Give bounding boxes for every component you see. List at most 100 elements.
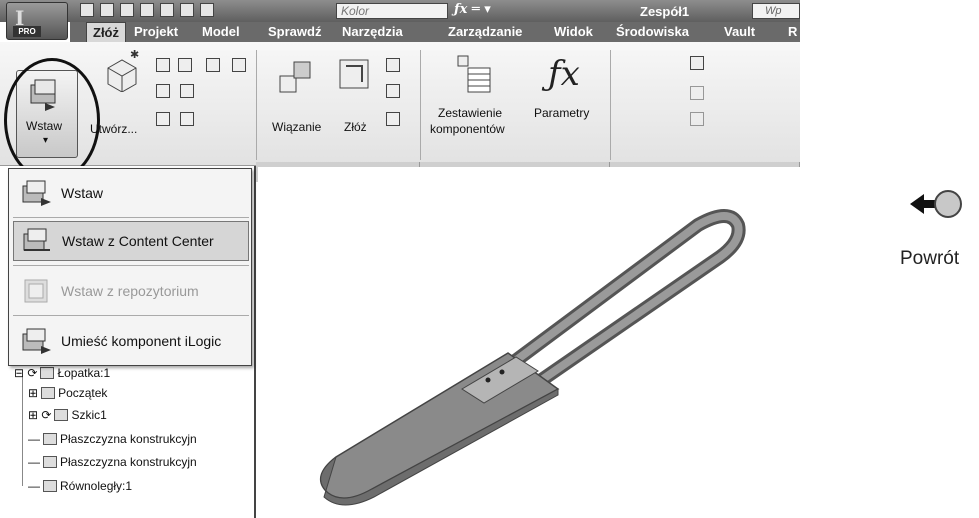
rotate-icon[interactable] — [386, 112, 400, 126]
tab-vault[interactable]: Vault — [724, 22, 755, 42]
content-center-icon — [23, 228, 50, 251]
tab-narzedzia[interactable]: Narzędzia — [342, 22, 403, 42]
ilogic-component-icon — [22, 328, 51, 354]
tree-item-parallel[interactable]: — Równoległy:1 — [28, 479, 132, 493]
joint-icon[interactable] — [386, 58, 400, 72]
parameters-button-label[interactable]: Parametry — [534, 106, 589, 120]
parameters-icon: ƒx — [548, 54, 580, 94]
tree-connector: — — [28, 479, 40, 493]
tree-item-label: Płaszczyzna konstrukcyjn — [60, 455, 197, 469]
graphics-viewport[interactable] — [258, 167, 800, 518]
tree-item-workplane-1[interactable]: — Płaszczyzna konstrukcyjn — [28, 432, 197, 446]
tab-projekt[interactable]: Projekt — [134, 22, 178, 42]
pro-badge: PRO — [13, 26, 41, 37]
insert-dropdown-menu: Wstaw Wstaw z Content Center Wstaw z rep… — [8, 168, 252, 366]
application-menu-button[interactable]: I PRO — [6, 2, 68, 40]
tab-sprawdz[interactable]: Sprawdź — [268, 22, 321, 42]
tree-connector: — — [28, 432, 40, 446]
tree-item-label: Szkic1 — [71, 408, 107, 422]
back-label: Powrót — [900, 248, 960, 269]
copy-icon[interactable] — [178, 58, 192, 72]
parallel-constraint-icon — [43, 480, 57, 492]
repository-icon — [24, 279, 48, 303]
table-icon[interactable] — [156, 112, 170, 126]
tree-line — [22, 376, 23, 486]
workplane-icon — [43, 456, 57, 468]
back-arrow-icon — [910, 190, 962, 218]
spatula-model — [319, 209, 746, 506]
menu-item-label: Wstaw — [61, 185, 103, 201]
constraint-icon — [279, 61, 311, 93]
search-input[interactable]: Wp — [752, 3, 800, 19]
create-button-label[interactable]: Utwórz... — [90, 122, 137, 136]
tab-zloz[interactable]: Złóż — [86, 22, 126, 42]
folder-icon — [40, 367, 55, 379]
quick-access-icons — [80, 3, 214, 17]
tab-srodowiska[interactable]: Środowiska — [616, 22, 689, 42]
menu-item-label: Umieść komponent iLogic — [61, 333, 222, 349]
save-icon[interactable] — [120, 3, 134, 17]
part-icon: ⊟ ⟳ — [14, 366, 38, 380]
tree-item-label: Płaszczyzna konstrukcyjn — [60, 432, 197, 446]
tree-item-label: Łopatka:1 — [57, 366, 111, 380]
iproperties-icon[interactable] — [690, 56, 704, 70]
menu-item-label: Wstaw z repozytorium — [61, 283, 199, 299]
panel-divider — [256, 50, 257, 160]
redo-icon[interactable] — [160, 3, 174, 17]
replace-icon[interactable] — [232, 58, 246, 72]
back-button[interactable]: Powrót — [900, 178, 979, 298]
function-icon[interactable]: ƒx ═ ▾ — [454, 2, 491, 17]
menu-item-insert-repository[interactable]: Wstaw z repozytorium — [13, 271, 249, 311]
assemble-button-label[interactable]: Złóż — [344, 120, 367, 134]
window-title: Zespół1 — [640, 4, 690, 19]
tab-model[interactable]: Model — [202, 22, 240, 42]
panel-divider — [420, 50, 421, 160]
tree-item-origin[interactable]: ⊞ Początek — [28, 386, 107, 400]
sketch-icon — [54, 409, 69, 421]
menu-item-label: Wstaw z Content Center — [62, 233, 214, 249]
menu-item-insert-content-center[interactable]: Wstaw z Content Center — [13, 221, 249, 261]
panel-divider — [610, 50, 611, 160]
open-icon[interactable] — [100, 3, 114, 17]
table-edit-icon[interactable] — [690, 86, 704, 100]
undo-icon[interactable] — [140, 3, 154, 17]
bom-button-label-2[interactable]: komponentów — [430, 122, 505, 136]
tree-item-sketch[interactable]: ⊞ ⟳ Szkic1 — [28, 408, 107, 422]
highlight-oval — [4, 58, 100, 182]
assemble-icon — [339, 59, 369, 89]
svg-text:✱: ✱ — [130, 48, 139, 61]
expand-icon: ⊞ ⟳ — [28, 408, 52, 422]
tree-item-part[interactable]: ⊟ ⟳ Łopatka:1 — [14, 366, 110, 380]
bom-icon — [457, 55, 491, 93]
select-icon[interactable] — [180, 3, 194, 17]
tab-widok[interactable]: Widok — [554, 22, 593, 42]
inventor-screenshot: Kolor ƒx ═ ▾ Zespół1 Wp Złóż Projekt Mod… — [0, 0, 800, 518]
move-icon[interactable] — [386, 84, 400, 98]
tree-item-label: Początek — [58, 386, 108, 400]
edit-icon[interactable] — [180, 84, 194, 98]
ribbon-tabs: Złóż Projekt Model Sprawdź Narzędzia Zar… — [70, 22, 800, 42]
new-icon[interactable] — [80, 3, 94, 17]
tree-item-workplane-2[interactable]: — Płaszczyzna konstrukcyjn — [28, 455, 197, 469]
tree-connector: — — [28, 455, 40, 469]
tab-more[interactable]: R — [788, 22, 797, 42]
menu-separator — [13, 315, 249, 316]
shrink-icon[interactable] — [180, 112, 194, 126]
create-component-icon: ✱ — [107, 48, 139, 92]
pattern-icon[interactable] — [156, 58, 170, 72]
tab-zarzadzanie[interactable]: Zarządzanie — [448, 22, 522, 42]
menu-item-insert[interactable]: Wstaw — [13, 173, 249, 213]
grid-icon[interactable] — [156, 84, 170, 98]
member-icon[interactable] — [690, 112, 704, 126]
insert-icon — [22, 180, 51, 206]
constraint-button-label[interactable]: Wiązanie — [272, 120, 321, 134]
material-icon[interactable] — [200, 3, 214, 17]
workplane-icon — [43, 433, 57, 445]
bom-button-label-1[interactable]: Zestawienie — [438, 106, 502, 120]
color-combo[interactable]: Kolor — [336, 3, 448, 19]
tree-item-label: Równoległy:1 — [60, 479, 133, 493]
expand-icon: ⊞ — [28, 386, 39, 400]
menu-item-place-ilogic[interactable]: Umieść komponent iLogic — [13, 321, 249, 361]
mirror-icon[interactable] — [206, 58, 220, 72]
menu-separator — [13, 217, 249, 218]
